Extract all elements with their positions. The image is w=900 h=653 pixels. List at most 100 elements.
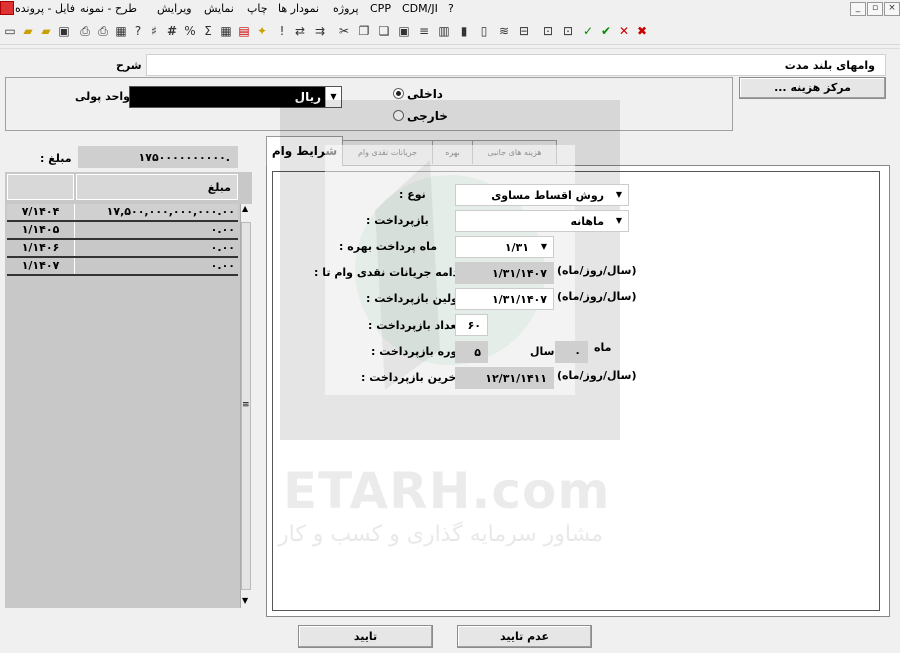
row-amount: ۰.۰۰ xyxy=(210,223,235,236)
cross-icon[interactable]: ✕ xyxy=(616,23,632,39)
menu-print[interactable]: چاپ xyxy=(247,2,268,15)
restore-button[interactable]: ▫ xyxy=(867,2,883,16)
last-payment-field: ۱۲/۳۱/۱۴۱۱ xyxy=(455,367,554,389)
type-value: روش اقساط مساوی xyxy=(491,189,604,202)
amount-field: ۱۷۵۰۰۰۰۰۰۰۰۰۰. xyxy=(78,146,238,168)
separator xyxy=(0,48,900,49)
table-row[interactable]: ۷/۱۴۰۴ ۱۷,۵۰۰,۰۰۰,۰۰۰,۰۰۰.۰۰ xyxy=(7,204,238,222)
print-preview-icon[interactable]: ⎙ xyxy=(95,23,111,39)
table-row[interactable]: ۱/۱۴۰۶ ۰.۰۰ xyxy=(7,240,238,258)
row-amount: ۱۷,۵۰۰,۰۰۰,۰۰۰,۰۰۰.۰۰ xyxy=(106,205,235,218)
paste-icon[interactable]: ❏ xyxy=(376,23,392,39)
scroll-up-icon[interactable]: ▲ xyxy=(242,204,248,213)
exclamation-icon[interactable]: ! xyxy=(274,23,290,39)
minimize-button[interactable]: _ xyxy=(850,2,866,16)
table-row[interactable]: ۱/۱۴۰۵ ۰.۰۰ xyxy=(7,222,238,240)
number-icon[interactable]: ♯ xyxy=(146,23,162,39)
list-icon[interactable]: ≡ xyxy=(416,23,432,39)
table-icon[interactable]: ▦ xyxy=(218,23,234,39)
menu-cpp[interactable]: CPP xyxy=(370,2,391,15)
hash-icon[interactable]: # xyxy=(164,23,180,39)
grid-scrollbar[interactable]: ▲ ≡ ▼ xyxy=(240,204,252,608)
open-folder-icon[interactable]: ▰ xyxy=(20,23,36,39)
calculator-icon[interactable]: ▤ xyxy=(236,23,252,39)
repayment-value: ماهانه xyxy=(570,215,605,228)
check-all-icon[interactable]: ✔ xyxy=(598,23,614,39)
repayment-select[interactable]: ماهانه ▼ xyxy=(455,210,629,232)
table-row[interactable]: ۱/۱۴۰۷ ۰.۰۰ xyxy=(7,258,238,276)
cancel-button[interactable]: عدم تایید xyxy=(457,625,592,648)
check-icon[interactable]: ✓ xyxy=(580,23,596,39)
payment-count-label: : تعداد بازپرداخت xyxy=(368,319,461,332)
bar-chart-icon[interactable]: ▮ xyxy=(456,23,472,39)
cross-all-icon[interactable]: ✖ xyxy=(634,23,650,39)
repayment-label: : بازپرداخت xyxy=(366,214,429,227)
align-icon[interactable]: ⊟ xyxy=(516,23,532,39)
export-icon[interactable]: ⊡ xyxy=(540,23,556,39)
interest-month-select[interactable]: ۱/۳۱ ▼ xyxy=(455,236,554,258)
menu-file[interactable]: فایل - پرونده xyxy=(15,2,75,15)
grip-icon: ≡ xyxy=(242,400,250,410)
menu-charts[interactable]: نمودار ها xyxy=(278,2,319,15)
arrows-icon[interactable]: ⇉ xyxy=(312,23,328,39)
line-chart-icon[interactable]: ≋ xyxy=(496,23,512,39)
amount-value: ۱۷۵۰۰۰۰۰۰۰۰۰۰. xyxy=(138,151,230,164)
toolbar: ▭ ▰ ▰ ▣ ⎙ ⎙ ▦ ? ♯ # % Σ ▦ ▤ ✦ ! ⇄ ⇉ ✂ ❐ … xyxy=(0,18,900,45)
last-payment-value: ۱۲/۳۱/۱۴۱۱ xyxy=(485,372,547,385)
period-years-field: ۵ xyxy=(455,341,488,363)
percent-icon[interactable]: % xyxy=(182,23,198,39)
last-payment-label: : آخرین بازپرداخت xyxy=(361,371,461,384)
row-amount: ۰.۰۰ xyxy=(210,259,235,272)
description-input[interactable]: وامهای بلند مدت xyxy=(146,54,886,76)
copy-icon[interactable]: ❐ xyxy=(356,23,372,39)
menu-cdm[interactable]: CDM/JI xyxy=(402,2,438,15)
print-icon[interactable]: ⎙ xyxy=(77,23,93,39)
menu-project[interactable]: پروژه xyxy=(333,2,359,15)
period-months-field: ۰ xyxy=(555,341,588,363)
ok-button[interactable]: تایید xyxy=(298,625,433,648)
chevron-down-icon[interactable]: ▼ xyxy=(616,211,622,231)
type-select[interactable]: روش اقساط مساوی ▼ xyxy=(455,184,629,206)
first-payment-input[interactable]: ۱/۳۱/۱۴۰۷ xyxy=(455,288,554,310)
menu-help[interactable]: ? xyxy=(448,2,454,15)
folder-icon[interactable]: ▰ xyxy=(38,23,54,39)
grid-icon[interactable]: ▦ xyxy=(113,23,129,39)
domestic-radio[interactable] xyxy=(393,88,404,99)
columns-icon[interactable]: ▥ xyxy=(436,23,452,39)
date-format-hint: (سال/روز/ماه) xyxy=(557,264,637,277)
watermark-tagline: مشاور سرمایه گذاری و کسب و کار xyxy=(278,522,604,547)
chevron-down-icon[interactable]: ▼ xyxy=(616,185,622,205)
description-label: شرح xyxy=(116,59,142,72)
menu-edit[interactable]: ویرایش xyxy=(157,2,192,15)
payment-count-input[interactable]: ۶۰ xyxy=(455,314,488,336)
cut-icon[interactable]: ✂ xyxy=(336,23,352,39)
star-folder-icon[interactable]: ✦ xyxy=(254,23,270,39)
save-icon[interactable]: ▣ xyxy=(56,23,72,39)
cashflow-until-field: ۱/۳۱/۱۴۰۷ xyxy=(455,262,554,284)
flow-icon[interactable]: ⇄ xyxy=(292,23,308,39)
row-date: ۱/۱۴۰۵ xyxy=(7,222,75,238)
date-format-hint: (سال/روز/ماه) xyxy=(557,369,637,382)
period-label: : دوره بازپرداخت xyxy=(371,345,463,358)
amount-label: : مبلغ xyxy=(40,152,72,165)
date-format-hint: (سال/روز/ماه) xyxy=(557,290,637,303)
interest-month-value: ۱/۳۱ xyxy=(504,241,529,254)
help-icon[interactable]: ? xyxy=(130,23,146,39)
clipboard-icon[interactable]: ▣ xyxy=(396,23,412,39)
menu-view[interactable]: نمایش xyxy=(204,2,234,15)
menu-design[interactable]: طرح - نمونه xyxy=(80,2,137,15)
interest-month-label: : ماه پرداخت بهره xyxy=(339,240,438,253)
new-file-icon[interactable]: ▭ xyxy=(2,23,18,39)
scroll-down-icon[interactable]: ▼ xyxy=(242,596,248,605)
row-date: ۷/۱۴۰۴ xyxy=(7,204,75,220)
cost-center-button[interactable]: ... مرکز هزینه xyxy=(739,77,886,99)
import-icon[interactable]: ⊡ xyxy=(560,23,576,39)
column-chart-icon[interactable]: ▯ xyxy=(476,23,492,39)
currency-label: واحد پولی xyxy=(75,90,131,103)
period-years-value: ۵ xyxy=(474,346,481,359)
cashflow-until-label: : ادامه جریانات نقدی وام تا xyxy=(314,266,462,279)
close-button[interactable]: × xyxy=(884,2,900,16)
sum-icon[interactable]: Σ xyxy=(200,23,216,39)
chevron-down-icon[interactable]: ▼ xyxy=(541,237,547,257)
row-date: ۱/۱۴۰۶ xyxy=(7,240,75,256)
